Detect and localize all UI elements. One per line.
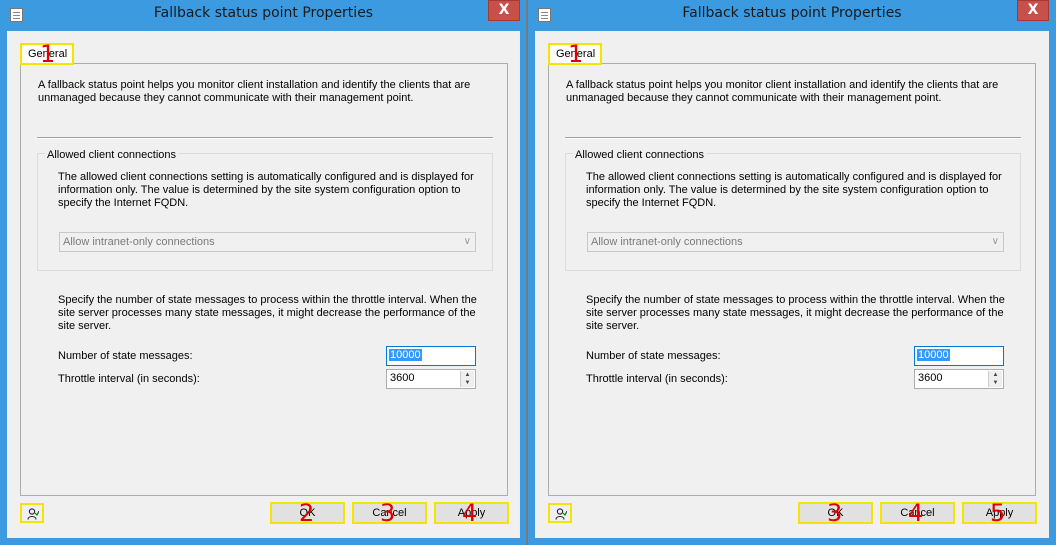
title-bar[interactable]: Fallback status point Properties X xyxy=(0,0,527,30)
tab-label: General xyxy=(28,48,68,60)
num-messages-value: 10000 xyxy=(389,349,422,361)
spin-buttons: ▲ ▼ xyxy=(460,371,474,387)
num-messages-input[interactable]: 10000 xyxy=(386,346,476,366)
group-description: The allowed client connections setting i… xyxy=(586,171,1002,209)
throttle-description: Specify the number of state messages to … xyxy=(58,294,477,332)
spin-buttons: ▲ ▼ xyxy=(988,371,1002,387)
combo-value: Allow intranet-only connections xyxy=(591,236,743,248)
group-label: Allowed client connections xyxy=(573,149,707,161)
allowed-connections-group: Allowed client connections The allowed c… xyxy=(565,149,1021,271)
title-bar[interactable]: Fallback status point Properties X xyxy=(528,0,1056,30)
dialog-client-area: General 1 A fallback status point helps … xyxy=(7,31,520,538)
ok-button[interactable]: OK xyxy=(798,502,873,524)
chevron-down-icon[interactable]: ▼ xyxy=(989,379,1002,387)
group-description: The allowed client connections setting i… xyxy=(58,171,474,209)
intro-text: A fallback status point helps you monito… xyxy=(566,79,999,104)
ok-button[interactable]: OK xyxy=(270,502,345,524)
apply-button[interactable]: Apply xyxy=(434,502,509,524)
chevron-down-icon: ∨ xyxy=(991,236,999,247)
combo-value: Allow intranet-only connections xyxy=(63,236,215,248)
chevron-down-icon[interactable]: ▼ xyxy=(461,379,474,387)
dialog-client-area: General 1 A fallback status point helps … xyxy=(535,31,1049,538)
num-messages-value: 10000 xyxy=(917,349,950,361)
throttle-interval-label: Throttle interval (in seconds): xyxy=(58,373,200,385)
tab-page-general: A fallback status point helps you monito… xyxy=(20,63,508,496)
num-messages-input[interactable]: 10000 xyxy=(914,346,1004,366)
help-button[interactable] xyxy=(548,503,572,523)
cancel-button[interactable]: Cancel xyxy=(352,502,427,524)
close-button[interactable]: X xyxy=(1017,0,1049,21)
person-help-icon xyxy=(27,508,39,520)
apply-button[interactable]: Apply xyxy=(962,502,1037,524)
divider xyxy=(37,137,493,139)
num-messages-label: Number of state messages: xyxy=(58,350,193,362)
window-title: Fallback status point Properties xyxy=(682,5,902,21)
connections-combo: Allow intranet-only connections ∨ xyxy=(587,232,1004,252)
chevron-down-icon: ∨ xyxy=(463,236,471,247)
chevron-up-icon[interactable]: ▲ xyxy=(989,371,1002,379)
chevron-up-icon[interactable]: ▲ xyxy=(461,371,474,379)
intro-text: A fallback status point helps you monito… xyxy=(38,79,471,104)
throttle-description: Specify the number of state messages to … xyxy=(586,294,1005,332)
throttle-interval-label: Throttle interval (in seconds): xyxy=(586,373,728,385)
window-title: Fallback status point Properties xyxy=(153,5,374,21)
tab-label: General xyxy=(556,48,596,60)
dialog-left: Fallback status point Properties X Gener… xyxy=(0,0,527,545)
cancel-button[interactable]: Cancel xyxy=(880,502,955,524)
throttle-interval-stepper[interactable]: 3600 ▲ ▼ xyxy=(386,369,476,389)
person-help-icon xyxy=(555,508,567,520)
dialog-right: Fallback status point Properties X Gener… xyxy=(528,0,1056,545)
divider xyxy=(565,137,1021,139)
throttle-interval-value: 3600 xyxy=(390,372,415,384)
num-messages-label: Number of state messages: xyxy=(586,350,721,362)
tab-general[interactable]: General xyxy=(21,44,75,64)
throttle-interval-stepper[interactable]: 3600 ▲ ▼ xyxy=(914,369,1004,389)
help-button[interactable] xyxy=(20,503,44,523)
throttle-interval-value: 3600 xyxy=(918,372,943,384)
connections-combo: Allow intranet-only connections ∨ xyxy=(59,232,476,252)
tab-page-general: A fallback status point helps you monito… xyxy=(548,63,1036,496)
group-label: Allowed client connections xyxy=(45,149,179,161)
tab-general[interactable]: General xyxy=(549,44,603,64)
allowed-connections-group: Allowed client connections The allowed c… xyxy=(37,149,493,271)
close-button[interactable]: X xyxy=(488,0,520,21)
